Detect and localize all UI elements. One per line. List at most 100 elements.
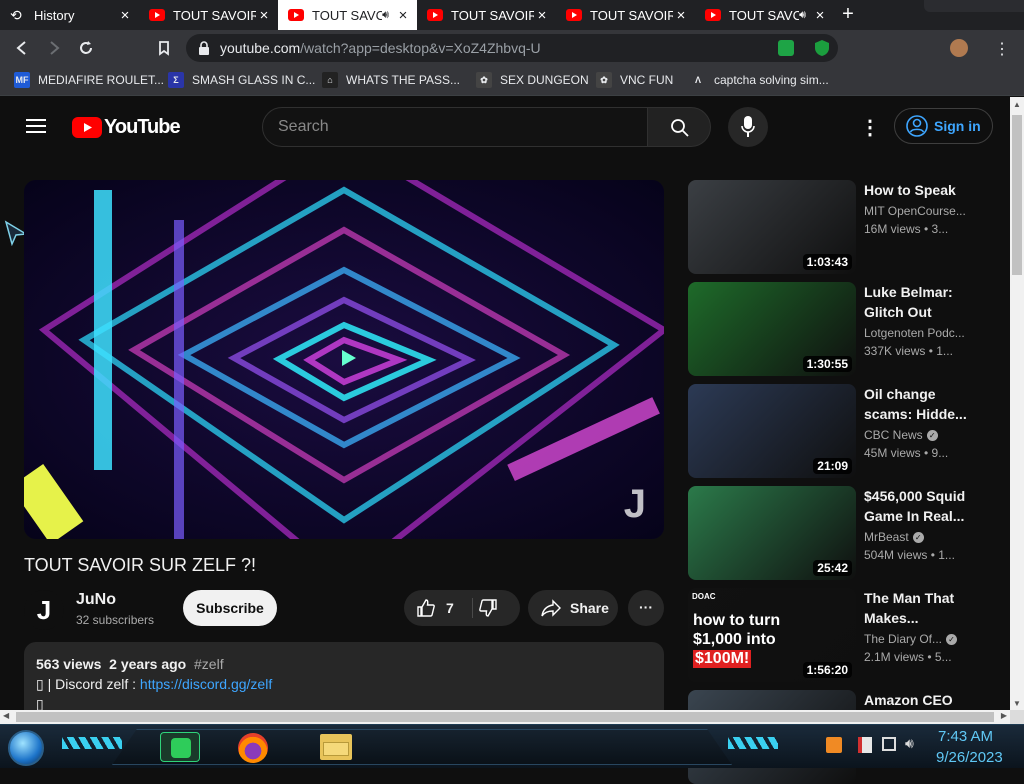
search-box[interactable] <box>262 107 648 147</box>
discord-link[interactable]: https://discord.gg/zelf <box>140 676 272 692</box>
browser-tab[interactable]: ⟲ History × <box>0 0 139 30</box>
bookmark-item[interactable]: MF MEDIAFIRE ROULET... <box>14 72 164 88</box>
tray-flag-icon[interactable] <box>858 737 872 753</box>
scroll-up-icon[interactable]: ▲ <box>1013 100 1021 109</box>
address-bar[interactable]: youtube.com/watch?app=desktop&v=XoZ4Zhbv… <box>186 34 838 62</box>
recommended-video[interactable]: 25:42 $456,000 Squid Game In Real... MrBea… <box>688 486 1008 580</box>
hashtag-link[interactable]: #zelf <box>194 656 224 672</box>
browser-menu-icon[interactable]: ⋮ <box>994 39 1010 59</box>
recommended-title[interactable]: How to Speak <box>864 180 970 200</box>
tab-close-icon[interactable]: × <box>256 7 272 24</box>
recommended-channel[interactable]: CBC News ✓ <box>864 428 974 442</box>
tray-app-icon[interactable] <box>826 737 842 753</box>
bookmark-item[interactable]: Λcaptcha solving sim... <box>690 72 829 88</box>
tab-close-icon[interactable]: × <box>534 7 550 24</box>
browser-tab[interactable]: TOUT SAVOIR S× <box>417 0 556 30</box>
channel-avatar[interactable]: J <box>24 590 64 630</box>
browser-tab[interactable]: TOUT SAVOIR S× <box>139 0 278 30</box>
recommended-channel[interactable]: MIT OpenCourse... <box>864 204 974 218</box>
extension-shield-icon[interactable] <box>814 39 830 62</box>
tab-close-icon[interactable]: × <box>395 7 411 24</box>
channel-name[interactable]: JuNo <box>76 591 116 609</box>
verified-badge-icon: ✓ <box>946 634 958 646</box>
horizontal-scrollbar[interactable]: ◀ ▶ <box>0 710 1010 724</box>
sign-in-button[interactable]: Sign in <box>894 108 993 144</box>
subscribe-button[interactable]: Subscribe <box>183 590 277 626</box>
recommended-title[interactable]: Amazon CEO <box>864 690 970 710</box>
new-tab-button[interactable]: + <box>834 0 862 30</box>
recommended-video[interactable]: 21:09 Oil change scams: Hidde... CBC News ✓… <box>688 384 1008 478</box>
share-button[interactable]: Share <box>528 590 618 626</box>
tray-network-icon[interactable] <box>882 737 896 751</box>
recommended-title[interactable]: Oil change scams: Hidde... <box>864 384 970 424</box>
account-circle-icon <box>906 115 928 137</box>
tray-volume-icon[interactable]: 🔊︎ <box>905 735 914 752</box>
thumbnail-caption: $1,000 into <box>693 631 776 648</box>
vertical-scroll-thumb[interactable] <box>1012 115 1022 275</box>
channel-label: MrBeast <box>864 530 909 544</box>
bookmark-label: captcha solving sim... <box>714 73 829 87</box>
firefox-icon[interactable] <box>238 733 268 763</box>
forward-icon[interactable] <box>44 38 64 58</box>
tab-audio-icon[interactable]: 🔊︎ <box>799 9 806 22</box>
profile-avatar-icon[interactable] <box>950 39 968 57</box>
start-orb-icon[interactable] <box>8 730 44 766</box>
extension-chat-icon[interactable] <box>778 40 794 56</box>
youtube-favicon <box>566 9 582 21</box>
more-actions-button[interactable]: ··· <box>628 590 664 626</box>
recommended-channel[interactable]: Lotgenoten Podc... <box>864 326 974 340</box>
scroll-right-icon[interactable]: ▶ <box>1001 711 1007 720</box>
reload-icon[interactable] <box>76 38 96 58</box>
recommended-meta: 2.1M views • 5... <box>864 650 952 664</box>
tab-strip: ⟲History×TOUT SAVOIR S×TOUT SAVC🔊︎×TOUT … <box>0 0 1024 30</box>
file-explorer-icon[interactable] <box>320 734 352 760</box>
bookmark-item[interactable]: ✿ SEX DUNGEON <box>476 72 589 88</box>
recommended-video[interactable]: 1:30:55 Luke Belmar: Glitch Out The... Lot… <box>688 282 1008 376</box>
video-player[interactable]: J <box>24 180 664 539</box>
search-button[interactable] <box>647 107 711 147</box>
video-thumbnail[interactable]: 1:30:55 <box>688 282 856 376</box>
bookmark-item[interactable]: Σ SMASH GLASS IN C... <box>168 72 315 88</box>
back-icon[interactable] <box>12 38 32 58</box>
tab-audio-icon[interactable]: 🔊︎ <box>382 9 389 22</box>
search-input[interactable] <box>263 108 647 146</box>
taskbar-app-chat[interactable] <box>160 732 200 762</box>
horizontal-scroll-thumb[interactable] <box>16 712 994 722</box>
search-icon <box>671 119 689 137</box>
hamburger-menu-icon[interactable] <box>26 118 46 139</box>
bookmark-star-icon[interactable] <box>154 38 174 58</box>
recommended-title[interactable]: The Man That Makes... <box>864 588 970 628</box>
bookmark-item[interactable]: ⌂ WHATS THE PASS... <box>322 72 460 88</box>
window-controls[interactable] <box>924 0 1024 12</box>
lock-icon[interactable] <box>198 41 210 60</box>
youtube-logo[interactable]: YouTube <box>72 116 181 139</box>
share-icon <box>541 599 561 617</box>
video-thumbnail[interactable]: 21:09 <box>688 384 856 478</box>
video-thumbnail[interactable]: 1:03:43 <box>688 180 856 274</box>
recommended-title[interactable]: $456,000 Squid Game In Real... <box>864 486 970 526</box>
tab-close-icon[interactable]: × <box>117 7 133 24</box>
settings-more-icon[interactable]: ⋮ <box>860 115 880 140</box>
bookmark-favicon-icon: ✿ <box>596 72 612 88</box>
voice-search-button[interactable] <box>728 107 768 147</box>
vertical-scrollbar[interactable]: ▲ ▼ <box>1010 97 1024 710</box>
browser-tab[interactable]: TOUT SAVOIR S× <box>556 0 695 30</box>
browser-tab[interactable]: TOUT SAVC 🔊︎ × <box>278 0 417 30</box>
scroll-down-icon[interactable]: ▼ <box>1013 699 1021 708</box>
recommended-title[interactable]: Luke Belmar: Glitch Out The... <box>864 282 970 322</box>
tab-close-icon[interactable]: × <box>673 7 689 24</box>
browser-tab[interactable]: TOUT SAVC 🔊︎ × <box>695 0 834 30</box>
dislike-button[interactable] <box>478 598 498 621</box>
like-button[interactable]: 7 <box>404 590 472 626</box>
bookmark-item[interactable]: ✿ VNC FUN <box>596 72 673 88</box>
tab-close-icon[interactable]: × <box>812 7 828 24</box>
recommended-video[interactable]: DOAC how to turn $1,000 into $100M! 1:56:20 T… <box>688 588 1008 682</box>
scroll-left-icon[interactable]: ◀ <box>3 711 9 720</box>
recommended-channel[interactable]: The Diary Of... ✓ <box>864 632 974 646</box>
clock-time[interactable]: 7:43 AM <box>938 728 993 745</box>
recommended-channel[interactable]: MrBeast ✓ <box>864 530 974 544</box>
recommended-video[interactable]: 1:03:43 How to Speak MIT OpenCourse... 16M … <box>688 180 1008 274</box>
video-thumbnail[interactable]: 25:42 <box>688 486 856 580</box>
clock-date[interactable]: 9/26/2023 <box>936 749 1003 766</box>
video-thumbnail[interactable]: DOAC how to turn $1,000 into $100M! 1:56:20 <box>688 588 856 682</box>
